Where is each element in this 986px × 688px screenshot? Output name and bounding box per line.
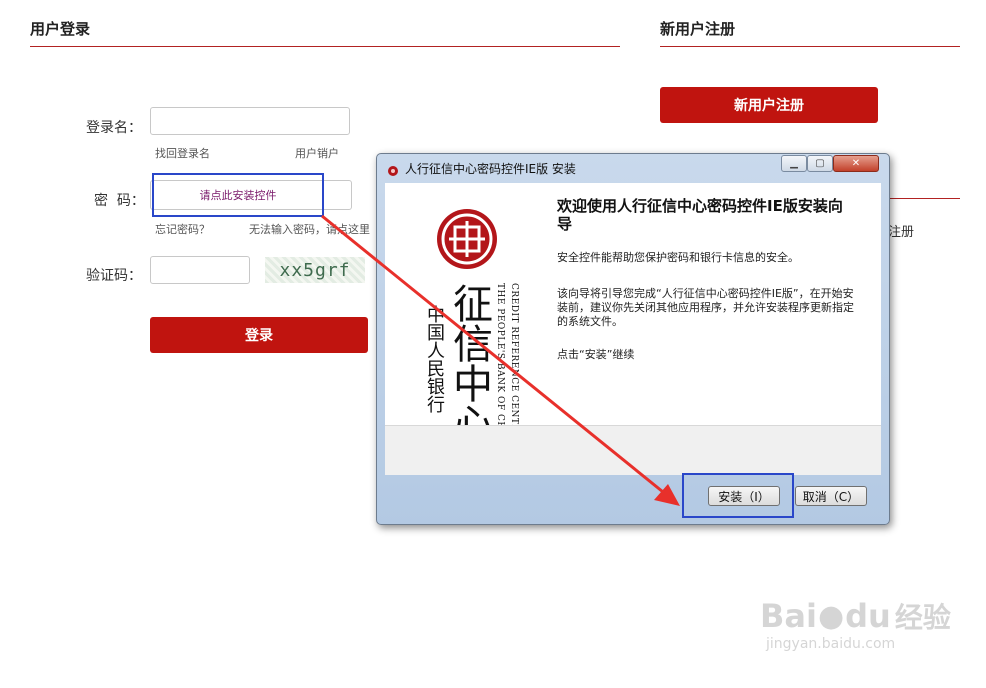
- minimize-button[interactable]: ▁: [781, 155, 807, 172]
- login-section-divider: [30, 46, 620, 47]
- watermark-cn: 经验: [894, 601, 951, 634]
- close-button[interactable]: ✕: [833, 155, 879, 172]
- welcome-heading: 欢迎使用人行征信中心密码控件IE版安装向导: [557, 197, 843, 233]
- baidu-watermark: Bai ● du 经验 jingyan.baidu.com: [760, 596, 960, 666]
- cannot-input-password-link[interactable]: 无法输入密码，请点这里: [249, 221, 379, 237]
- dialog-title: 人行征信中心密码控件IE版 安装: [405, 162, 576, 176]
- credit-center-seal-icon: [435, 207, 499, 271]
- captcha-image[interactable]: xx5grf: [265, 257, 365, 283]
- register-section-title: 新用户注册: [660, 20, 736, 38]
- password-label: 密 码：: [94, 193, 145, 209]
- dialog-footer: [385, 425, 881, 475]
- watermark-du: du: [845, 597, 891, 635]
- forgot-password-link[interactable]: 忘记密码？: [155, 221, 210, 237]
- register-partial-text[interactable]: 注册: [888, 221, 914, 240]
- watermark-bai: Bai: [760, 597, 817, 635]
- username-input[interactable]: [150, 107, 350, 135]
- installer-dialog: 人行征信中心密码控件IE版 安装 ▁ ▢ ✕ 征信中心 中国人民银行 CREDI…: [376, 153, 890, 525]
- login-section-title: 用户登录: [30, 20, 91, 38]
- dialog-content: 征信中心 中国人民银行 CREDIT REFERENCE CENTER, THE…: [385, 183, 881, 475]
- cancel-button[interactable]: 取消（C）: [795, 486, 867, 506]
- security-description: 安全控件能帮助您保护密码和银行卡信息的安全。: [557, 251, 799, 264]
- password-control-highlight[interactable]: 请点此安装控件: [152, 173, 324, 217]
- register-second-divider: [888, 198, 960, 199]
- minimize-icon: ▁: [790, 158, 798, 169]
- user-cancel-link[interactable]: 用户销户: [295, 145, 339, 161]
- install-control-text[interactable]: 请点此安装控件: [200, 187, 277, 203]
- captcha-input[interactable]: [150, 256, 250, 284]
- username-label: 登录名：: [86, 120, 142, 136]
- logo-bank-name: 中国人民银行: [424, 305, 445, 413]
- wizard-description: 该向导将引导您完成“人行征信中心密码控件IE版”，在开始安装前，建议你先关闭其他…: [557, 287, 854, 328]
- login-button[interactable]: 登录: [150, 317, 368, 353]
- dialog-app-icon: [387, 162, 399, 176]
- maximize-icon: ▢: [815, 158, 825, 169]
- maximize-button[interactable]: ▢: [807, 155, 833, 172]
- find-username-link[interactable]: 找回登录名: [155, 145, 210, 161]
- baidu-paw-icon: ●: [817, 598, 845, 634]
- new-user-register-button[interactable]: 新用户注册: [660, 87, 878, 123]
- register-section-divider: [660, 46, 960, 47]
- logo-chinese-name: 征信中心: [446, 283, 492, 443]
- watermark-url: jingyan.baidu.com: [766, 636, 896, 652]
- continue-instruction: 点击“安装”继续: [557, 348, 635, 361]
- captcha-label: 验证码：: [86, 268, 142, 284]
- logo-english-line1: CREDIT REFERENCE CENTER,: [509, 283, 519, 443]
- install-button-highlight: [682, 473, 794, 518]
- close-icon: ✕: [851, 158, 861, 169]
